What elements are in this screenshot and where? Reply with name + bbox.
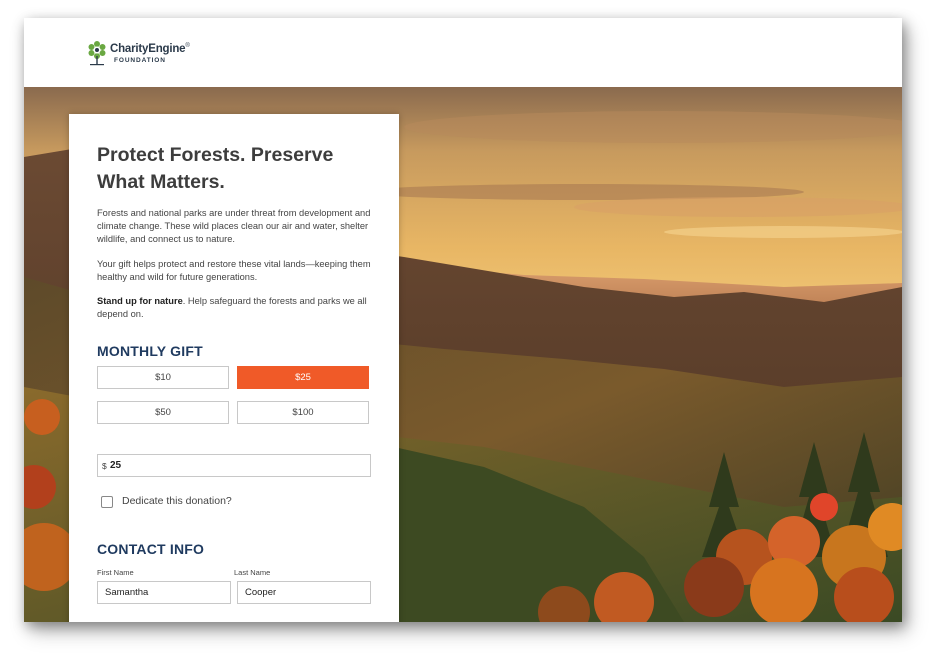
- currency-symbol: $: [102, 461, 107, 471]
- intro-paragraph-3: Stand up for nature. Help safeguard the …: [97, 295, 377, 321]
- last-name-label: Last Name: [234, 568, 271, 577]
- logo-wordmark: CharityEngine®: [110, 43, 190, 55]
- donation-form-card: Protect Forests. Preserve What Matters. …: [69, 114, 399, 622]
- intro-paragraph-3-bold: Stand up for nature: [97, 296, 183, 306]
- intro-paragraph-1: Forests and national parks are under thr…: [97, 208, 371, 244]
- custom-amount-input[interactable]: $ 25: [97, 454, 371, 477]
- custom-amount-value: 25: [110, 460, 122, 471]
- dedicate-label[interactable]: Dedicate this donation?: [122, 495, 232, 507]
- amount-button-100[interactable]: $100: [237, 401, 369, 424]
- intro-paragraph-2: Your gift helps protect and restore thes…: [97, 259, 371, 282]
- first-name-label: First Name: [97, 568, 134, 577]
- last-name-field[interactable]: Cooper: [237, 581, 371, 604]
- dedicate-checkbox[interactable]: [101, 496, 113, 508]
- first-name-field[interactable]: Samantha: [97, 581, 231, 604]
- monthly-gift-heading: MONTHLY GIFT: [97, 343, 203, 359]
- amount-button-10[interactable]: $10: [97, 366, 229, 389]
- form-title: Protect Forests. Preserve What Matters.: [97, 144, 334, 193]
- page-frame: CharityEngine® FOUNDATION Protect Forest…: [24, 18, 902, 622]
- amount-button-25[interactable]: $25: [237, 366, 369, 389]
- site-header: CharityEngine® FOUNDATION: [24, 18, 902, 88]
- charityengine-flower-icon: [88, 41, 106, 66]
- contact-info-heading: CONTACT INFO: [97, 541, 205, 557]
- logo-subtitle: FOUNDATION: [114, 57, 166, 64]
- amount-button-50[interactable]: $50: [97, 401, 229, 424]
